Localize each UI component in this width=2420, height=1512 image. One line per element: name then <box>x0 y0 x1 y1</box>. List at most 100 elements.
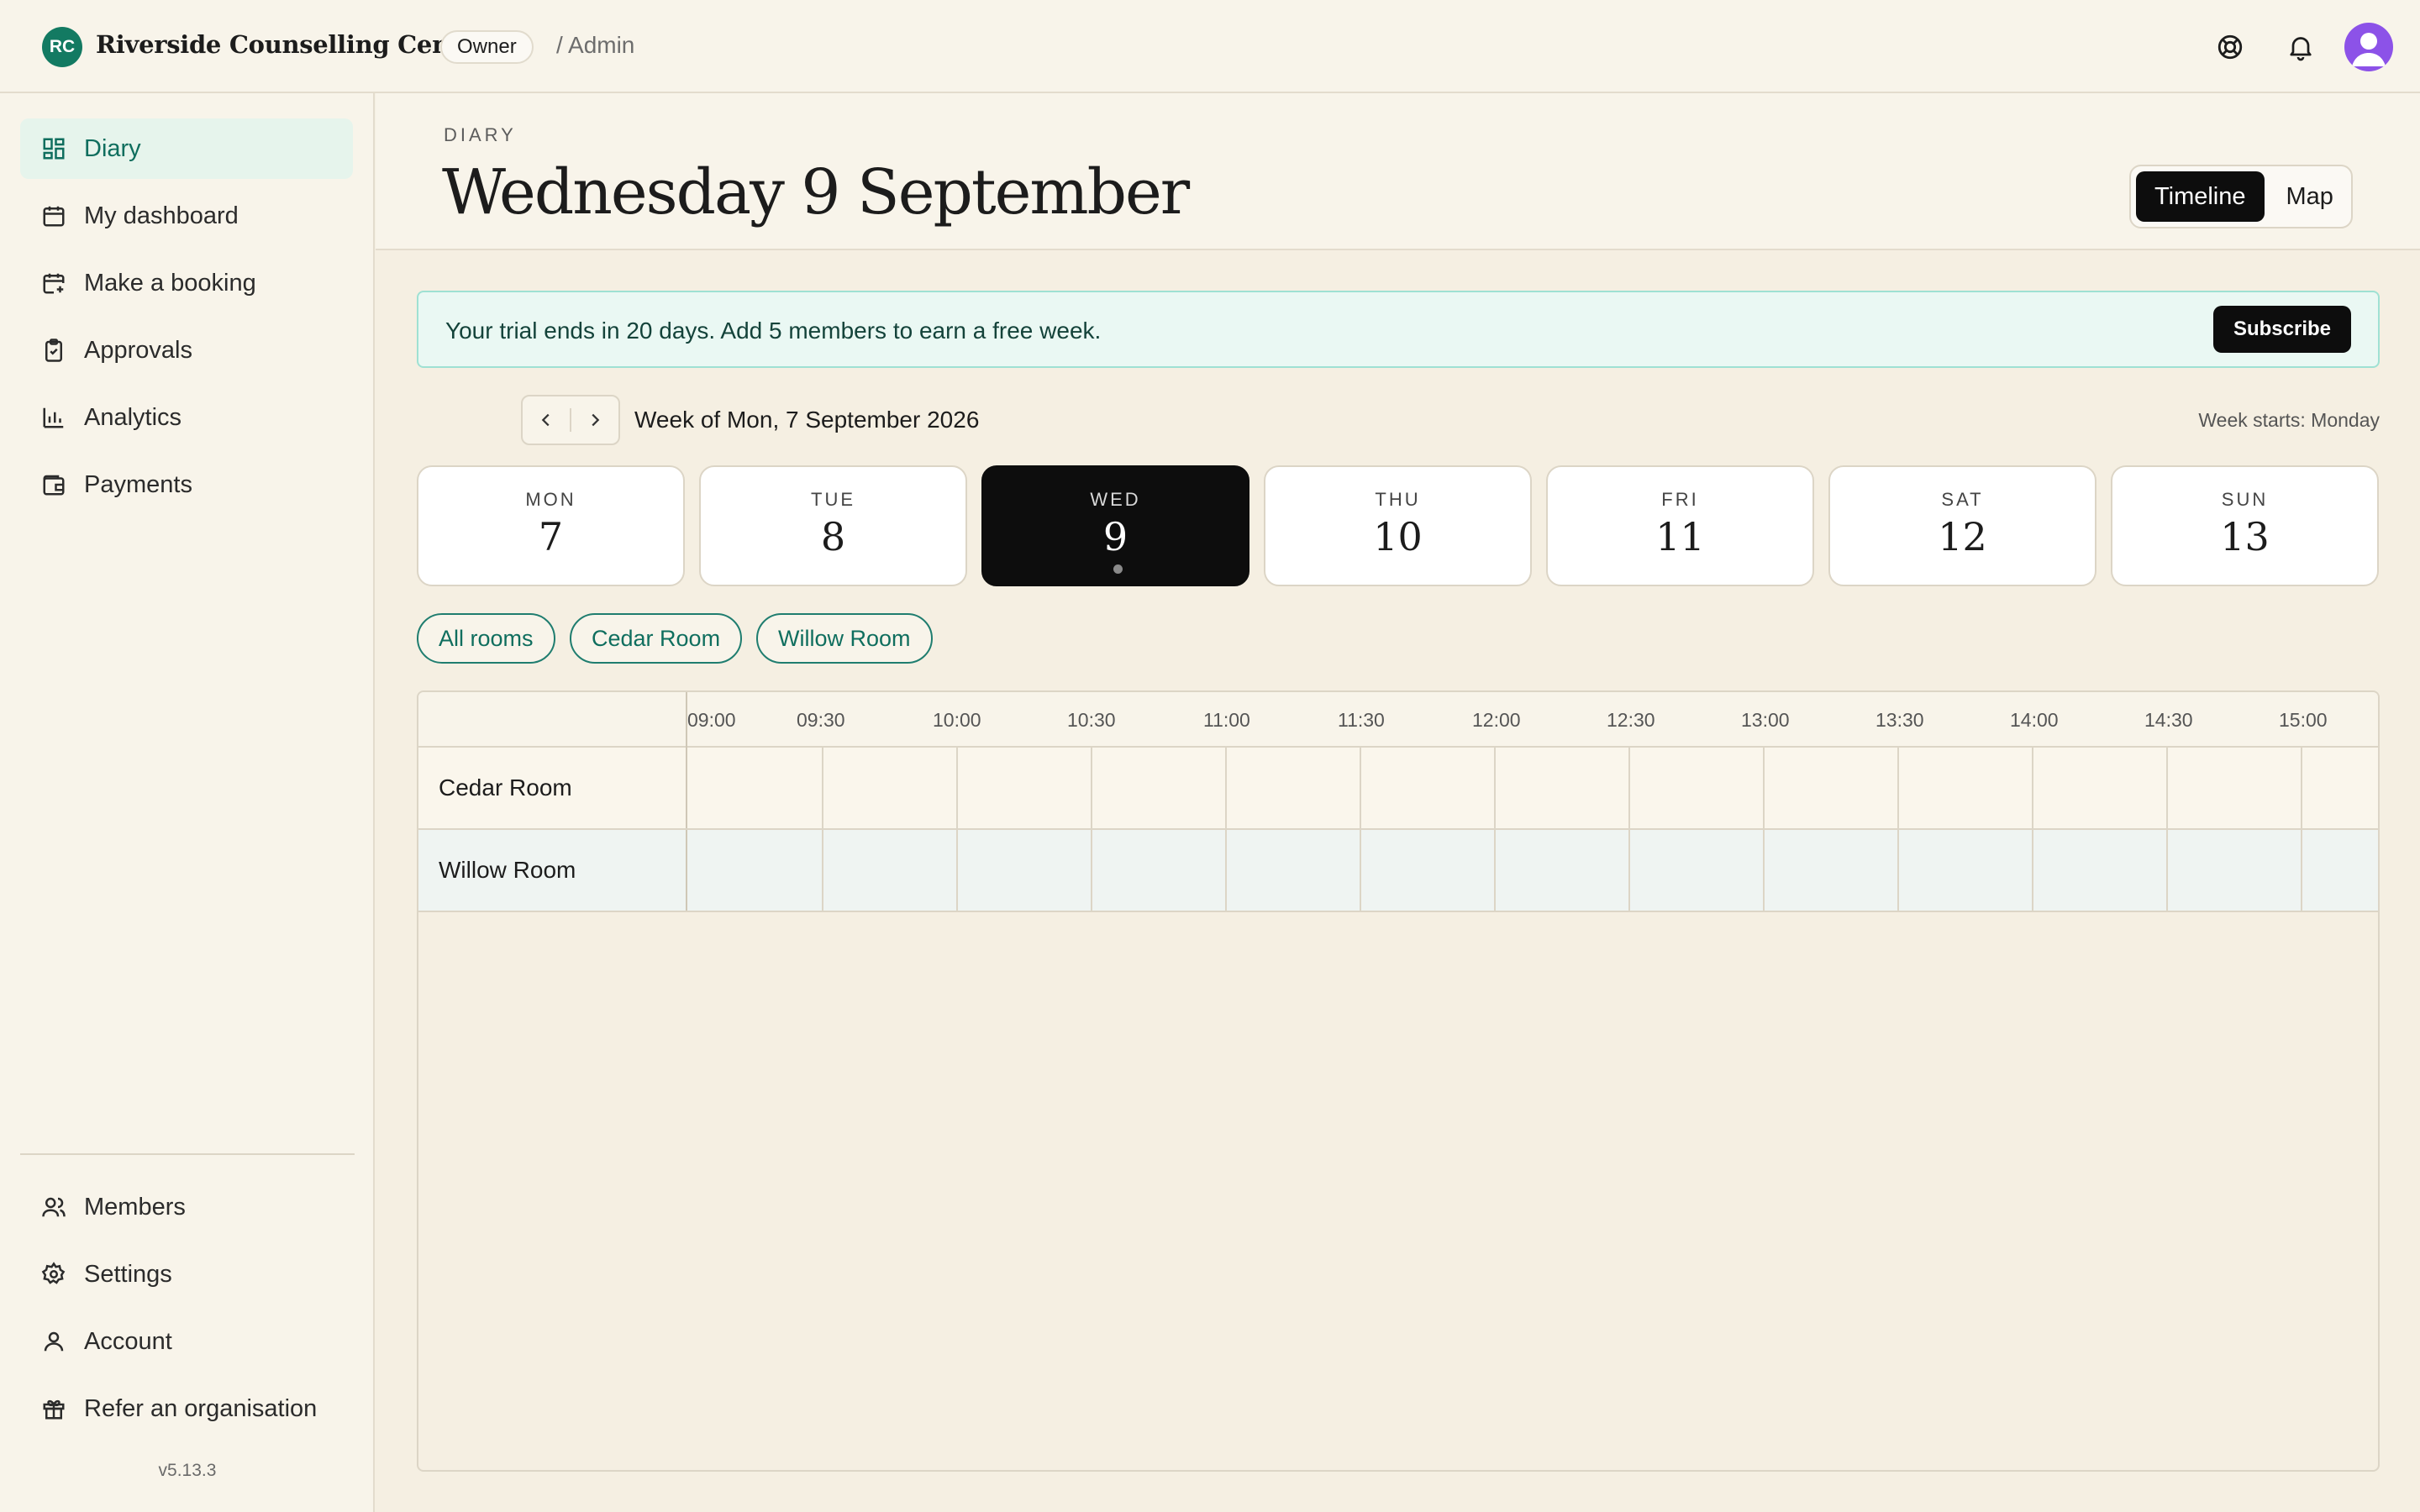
day-card-sun[interactable]: SUN 13 <box>2111 465 2379 586</box>
next-week-button[interactable] <box>571 396 618 444</box>
room-label: Willow Room <box>418 830 687 911</box>
sidebar-divider <box>20 1153 355 1155</box>
avatar[interactable] <box>2344 23 2393 71</box>
page-eyebrow: DIARY <box>444 124 517 145</box>
room-timeline: 09:00 09:30 10:00 10:30 11:00 11:30 12:0… <box>417 690 2380 1472</box>
calendar-icon <box>40 202 67 229</box>
help-icon[interactable] <box>2210 27 2250 67</box>
sidebar-item-make-a-booking[interactable]: Make a booking <box>20 253 353 313</box>
org-logo[interactable]: RC <box>42 27 82 67</box>
day-card-tue[interactable]: TUE 8 <box>699 465 967 586</box>
sidebar-item-label: Settings <box>84 1260 172 1288</box>
time-tick: 13:00 <box>1741 709 1790 731</box>
org-name[interactable]: Riverside Counselling Centre <box>96 30 488 59</box>
subscribe-button[interactable]: Subscribe <box>2212 306 2351 353</box>
day-name: SAT <box>1941 489 1984 510</box>
breadcrumb[interactable]: / Admin <box>556 32 634 59</box>
sidebar-item-approvals[interactable]: Approvals <box>20 320 353 381</box>
day-name: THU <box>1375 489 1421 510</box>
time-tick: 09:30 <box>797 709 845 731</box>
day-name: FRI <box>1661 489 1699 510</box>
time-tick: 12:30 <box>1607 709 1655 731</box>
filter-cedar-room[interactable]: Cedar Room <box>570 613 743 664</box>
view-toggle-map[interactable]: Map <box>2268 171 2352 222</box>
timeline-header: 09:00 09:30 10:00 10:30 11:00 11:30 12:0… <box>418 692 2378 748</box>
time-tick: 11:30 <box>1338 709 1385 731</box>
day-name: TUE <box>811 489 855 510</box>
users-icon <box>40 1194 67 1221</box>
top-bar: RC Riverside Counselling Centre Owner / … <box>0 0 2420 93</box>
prev-week-button[interactable] <box>523 396 570 444</box>
week-starts-label: Week starts: Monday <box>2198 409 2380 431</box>
sidebar-item-label: Members <box>84 1193 186 1221</box>
page-title: Wednesday 9 September <box>442 156 1190 228</box>
week-label: Week of Mon, 7 September 2026 <box>634 407 980 433</box>
day-name: SUN <box>2221 489 2269 510</box>
clipboard-check-icon <box>40 337 67 364</box>
time-tick: 14:30 <box>2144 709 2193 731</box>
grid-icon <box>40 135 67 162</box>
week-navigator <box>521 395 620 445</box>
sidebar-item-label: Payments <box>84 470 192 498</box>
filter-willow-room[interactable]: Willow Room <box>756 613 933 664</box>
view-toggle: Timeline Map <box>2129 165 2353 228</box>
room-label: Cedar Room <box>418 748 687 828</box>
day-name: MON <box>525 489 576 510</box>
sidebar-item-label: Refer an organisation <box>84 1394 318 1422</box>
sidebar-item-label: Analytics <box>84 403 182 431</box>
chevron-left-icon <box>541 413 550 427</box>
time-tick: 09:00 <box>687 709 736 731</box>
day-number: 11 <box>1655 514 1705 559</box>
time-tick: 15:00 <box>2279 709 2328 731</box>
day-number: 13 <box>2220 514 2270 559</box>
chevron-right-icon <box>592 413 600 427</box>
day-card-fri[interactable]: FRI 11 <box>1546 465 1814 586</box>
trial-banner-text: Your trial ends in 20 days. Add 5 member… <box>445 318 1102 344</box>
day-card-mon[interactable]: MON 7 <box>417 465 685 586</box>
gift-icon <box>40 1395 67 1422</box>
app-version: v5.13.3 <box>158 1461 217 1480</box>
sidebar-item-label: Approvals <box>84 336 192 364</box>
day-card-sat[interactable]: SAT 12 <box>1828 465 2096 586</box>
sidebar-item-account[interactable]: Account <box>20 1311 353 1372</box>
time-tick: 10:00 <box>933 709 981 731</box>
day-number: 10 <box>1373 514 1423 559</box>
sidebar-item-settings[interactable]: Settings <box>20 1244 353 1305</box>
sidebar-item-label: Diary <box>84 134 141 162</box>
wallet-icon <box>40 471 67 498</box>
day-number: 8 <box>820 514 846 559</box>
day-name: WED <box>1090 489 1141 510</box>
sidebar-item-diary[interactable]: Diary <box>20 118 353 179</box>
day-number: 9 <box>1102 514 1128 559</box>
trial-banner: Your trial ends in 20 days. Add 5 member… <box>417 291 2380 368</box>
user-icon <box>40 1328 67 1355</box>
gear-icon <box>40 1261 67 1288</box>
sidebar-item-label: Account <box>84 1327 172 1355</box>
time-tick: 13:30 <box>1876 709 1924 731</box>
sidebar-item-payments[interactable]: Payments <box>20 454 353 515</box>
timeline-row-willow[interactable]: Willow Room <box>418 830 2378 912</box>
sidebar-item-label: Make a booking <box>84 269 256 297</box>
day-card-wed[interactable]: WED 9 <box>981 465 1249 586</box>
sidebar-item-members[interactable]: Members <box>20 1177 353 1237</box>
time-tick: 10:30 <box>1067 709 1116 731</box>
day-number: 12 <box>1938 514 1987 559</box>
sidebar-item-analytics[interactable]: Analytics <box>20 387 353 448</box>
bar-chart-icon <box>40 404 67 431</box>
role-badge: Owner <box>440 30 534 64</box>
sidebar: Diary My dashboard Make a booking Approv… <box>0 93 375 1512</box>
event-indicator-dot <box>1113 564 1123 574</box>
day-number: 7 <box>538 514 564 559</box>
filter-all-rooms[interactable]: All rooms <box>417 613 555 664</box>
sidebar-item-my-dashboard[interactable]: My dashboard <box>20 186 353 246</box>
time-tick: 12:00 <box>1472 709 1521 731</box>
sidebar-item-label: My dashboard <box>84 202 239 229</box>
time-tick: 11:00 <box>1203 709 1250 731</box>
timeline-row-cedar[interactable]: Cedar Room <box>418 748 2378 830</box>
sidebar-item-refer[interactable]: Refer an organisation <box>20 1378 353 1439</box>
bell-icon[interactable] <box>2281 27 2321 67</box>
time-tick: 14:00 <box>2010 709 2059 731</box>
calendar-plus-icon <box>40 270 67 297</box>
view-toggle-timeline[interactable]: Timeline <box>2136 171 2265 222</box>
day-card-thu[interactable]: THU 10 <box>1264 465 1532 586</box>
